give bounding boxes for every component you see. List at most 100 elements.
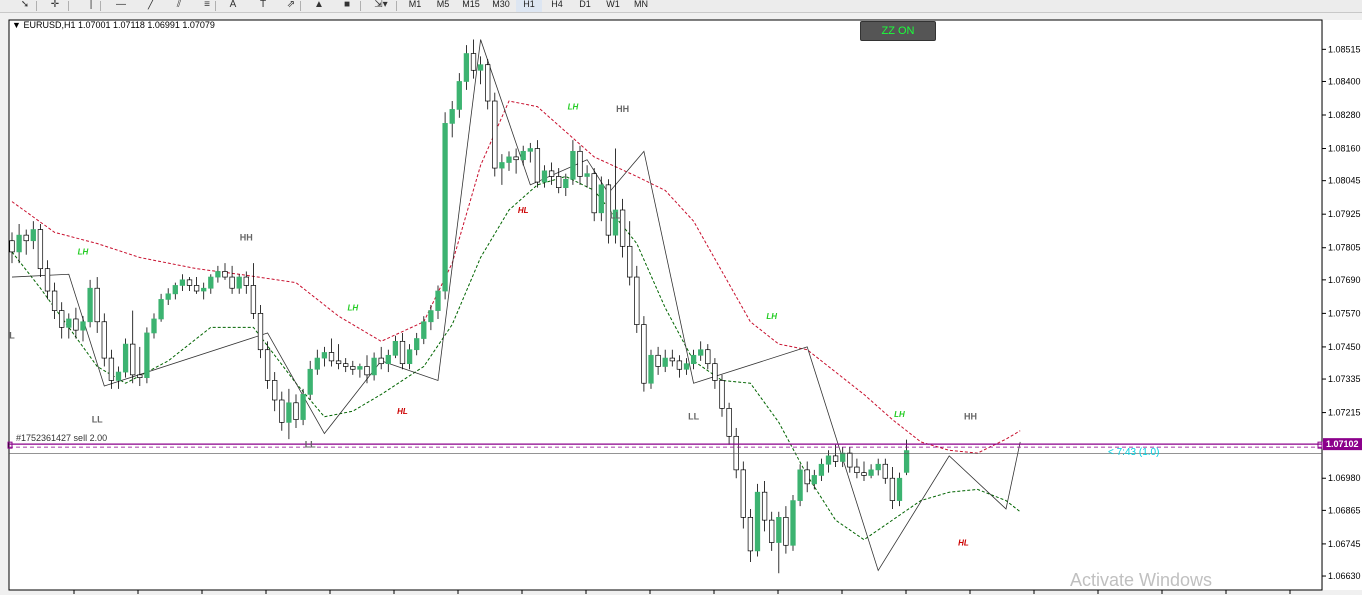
- timeframe-m1[interactable]: M1: [402, 0, 428, 12]
- candle-body: [250, 285, 257, 314]
- candle-body: [761, 491, 768, 521]
- candle-body: [485, 64, 491, 102]
- candle-body: [51, 290, 58, 311]
- swing-label: L: [9, 331, 15, 341]
- candle-body: [804, 469, 810, 485]
- candle-body: [655, 354, 661, 367]
- candle-body: [44, 268, 51, 292]
- candle-body: [690, 354, 697, 365]
- candle-body: [840, 452, 846, 462]
- timeframe-m5[interactable]: M5: [430, 0, 456, 12]
- trendline-icon[interactable]: ╱: [140, 0, 162, 12]
- swing-label: HL: [518, 206, 529, 215]
- candle-body: [94, 287, 100, 323]
- timeframe-m30[interactable]: M30: [488, 0, 514, 12]
- horizontal-line-icon[interactable]: —: [110, 0, 132, 12]
- candle-body: [222, 271, 228, 278]
- price-chart[interactable]: #1752361427 sell 2.00< 7:43 (1.0)LLHLLHH…: [0, 13, 1362, 595]
- candle-body: [754, 491, 761, 552]
- text-icon[interactable]: A: [222, 0, 244, 12]
- candle-body: [506, 156, 512, 163]
- candle-body: [776, 517, 782, 543]
- toolbar-separator: [360, 1, 361, 11]
- swing-label: LH: [78, 248, 89, 257]
- candle-body: [335, 360, 342, 365]
- text-label-icon[interactable]: T: [252, 0, 274, 12]
- candle-body: [598, 184, 604, 214]
- candle-body: [875, 463, 881, 471]
- candle-body: [193, 285, 200, 292]
- symbol-dropdown-icon[interactable]: ▼: [12, 20, 21, 30]
- timeframe-mn[interactable]: MN: [628, 0, 654, 12]
- timeframe-h1[interactable]: H1: [516, 0, 542, 12]
- swing-label: HH: [616, 104, 629, 114]
- candle-body: [87, 287, 93, 323]
- candle-body: [520, 150, 526, 161]
- cursor-icon[interactable]: ➘: [14, 0, 36, 12]
- timeframe-m15[interactable]: M15: [458, 0, 484, 12]
- timeframe-d1[interactable]: D1: [572, 0, 598, 12]
- candle-body: [300, 394, 306, 420]
- candle-body: [896, 477, 903, 501]
- crosshair-icon[interactable]: ✛: [44, 0, 66, 12]
- arrow-label-icon[interactable]: ⇗: [280, 0, 302, 12]
- candle-body: [477, 64, 484, 71]
- price-axis-label: 1.08280: [1328, 110, 1361, 120]
- candle-body: [201, 287, 207, 292]
- triangle-icon[interactable]: ▲: [308, 0, 330, 12]
- candle-body: [449, 109, 455, 124]
- candle-body: [648, 354, 654, 384]
- price-axis-label: 1.08045: [1328, 176, 1361, 186]
- toolbar: ➘ ✛ | — ╱ ⫽ ≡ A T ⇗ ▲ ■ ⇲▾ M1 M5 M15 M30 H1 H4 D1 W1 MN: [0, 0, 1362, 13]
- candle-body: [314, 357, 320, 370]
- price-axis-label: 1.08160: [1328, 144, 1361, 154]
- candle-body: [321, 352, 328, 359]
- swing-label: LH: [766, 312, 777, 321]
- rectangle-icon[interactable]: ■: [336, 0, 358, 12]
- candle-body: [726, 408, 732, 437]
- candle-body: [392, 340, 399, 356]
- candle-body: [108, 357, 115, 381]
- equidistant-channel-icon[interactable]: ⫽: [168, 0, 190, 12]
- candle-body: [243, 276, 249, 286]
- price-axis-label: 1.07805: [1328, 243, 1361, 253]
- candle-body: [832, 455, 839, 462]
- candle-body: [889, 477, 896, 501]
- timeframe-w1[interactable]: W1: [600, 0, 626, 12]
- candle-body: [122, 343, 129, 373]
- candle-body: [179, 279, 186, 286]
- price-axis-label: 1.06865: [1328, 505, 1361, 515]
- candle-body: [627, 245, 633, 278]
- chart-plot-area[interactable]: [8, 19, 1323, 591]
- candle-body: [825, 455, 832, 465]
- timeframe-h4[interactable]: H4: [544, 0, 570, 12]
- toolbar-separator: [36, 1, 37, 11]
- order-price-label: 1.07102: [1326, 439, 1359, 449]
- candle-body: [186, 279, 193, 286]
- candle-body: [854, 466, 860, 473]
- candle-body: [747, 517, 754, 552]
- candle-body: [151, 318, 157, 334]
- price-axis-label: 1.06745: [1328, 539, 1361, 549]
- zz-toggle-button[interactable]: ZZ ON: [860, 21, 936, 41]
- candle-body: [414, 338, 420, 351]
- swing-label: LH: [347, 304, 358, 313]
- candle-body: [435, 290, 441, 311]
- candle-body: [868, 469, 874, 476]
- arrows-dropdown-icon[interactable]: ⇲▾: [370, 0, 392, 12]
- candle-body: [783, 517, 789, 546]
- swing-label: HL: [958, 538, 969, 547]
- toolbar-separator: [215, 1, 216, 11]
- candle-body: [172, 285, 178, 295]
- candle-body: [385, 354, 391, 365]
- vertical-line-icon[interactable]: |: [80, 0, 102, 12]
- candle-body: [165, 293, 171, 300]
- price-axis-label: 1.08515: [1328, 44, 1361, 54]
- swing-label: LH: [894, 410, 905, 419]
- swing-label: HH: [240, 233, 253, 243]
- toolbar-separator: [68, 1, 69, 11]
- candle-body: [229, 276, 235, 289]
- candle-body: [257, 313, 264, 351]
- candle-body: [286, 402, 292, 423]
- candle-body: [769, 519, 775, 543]
